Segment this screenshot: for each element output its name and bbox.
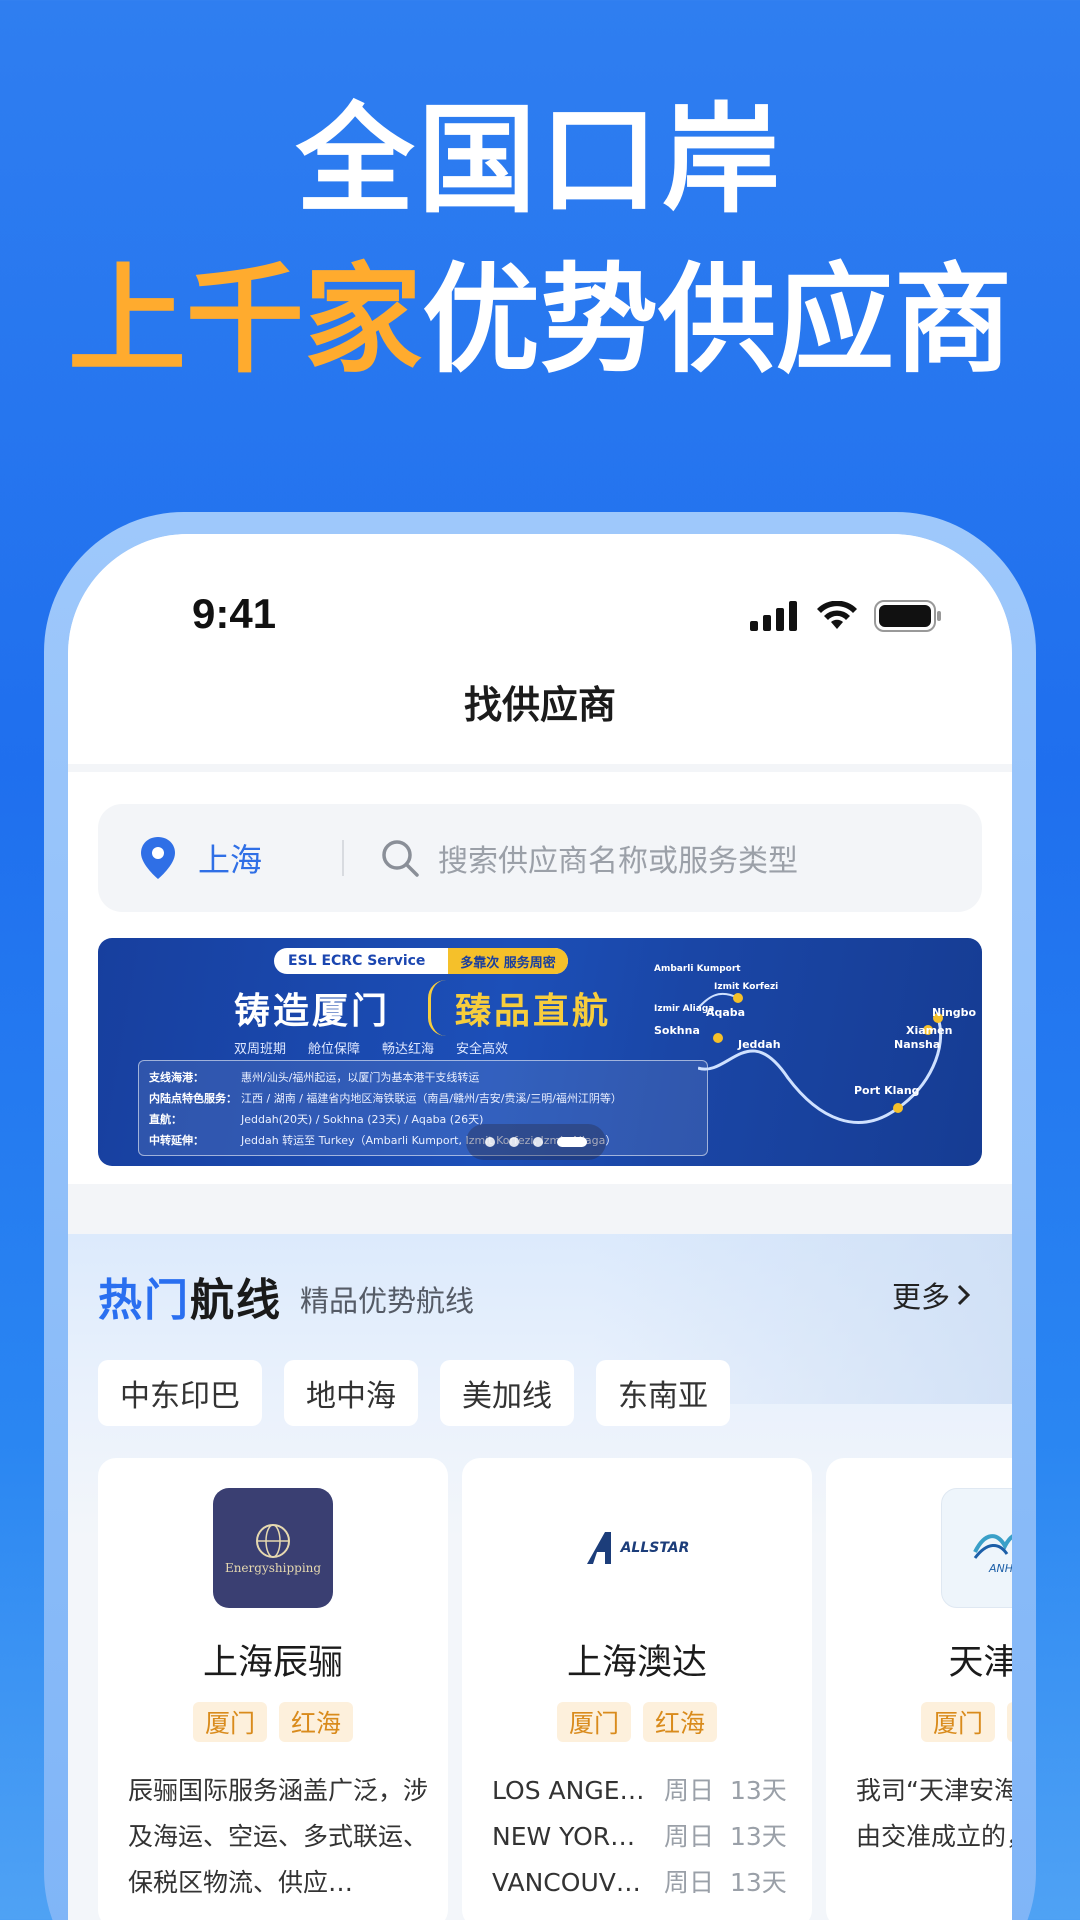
banner-feature: 畅达红海 (382, 1042, 435, 1057)
more-link[interactable]: 更多 (892, 1274, 972, 1316)
schedule-day: 周日 (664, 1868, 715, 1897)
banner-brand: ESL ECRC Service (288, 953, 426, 969)
allstar-logo-mark (586, 1532, 611, 1564)
banner-city-label: Ningbo (932, 1006, 977, 1019)
supplier-description: 辰骊国际服务涵盖广泛，涉及海运、空运、多式联运、保税区物流、供应… (128, 1776, 429, 1897)
supplier-card[interactable]: ALLSTAR 上海澳达 厦门 红海 LOS ANGE… 周日 13天 NEW … (462, 1458, 812, 1920)
supplier-tag: 厦门 (192, 1702, 267, 1742)
globe-icon (256, 1524, 290, 1558)
supplier-logo-text: ALLSTAR (620, 1540, 690, 1556)
banner-feature: 安全高效 (456, 1042, 509, 1057)
chevron-right-icon[interactable] (956, 1283, 972, 1307)
hero-rest-text: 优势供应商 (422, 251, 1013, 389)
banner-city-label: Ambarli Kumport (654, 964, 741, 974)
supplier-tags: 厦门 红海 (462, 1702, 812, 1742)
banner-city-label: Xiamen (906, 1024, 953, 1037)
route-chip[interactable]: 地中海 (284, 1360, 418, 1426)
supplier-card-list: Energyshipping 上海辰骊 厦门 红海 辰骊国际服务涵盖广泛，涉及海… (98, 1458, 1012, 1920)
schedule-duration: 13天 (730, 1776, 787, 1805)
route-schedule: LOS ANGE… 周日 13天 NEW YOR… 周日 13天 VANCOUV… (492, 1768, 802, 1906)
phone-screen: 9:41 找供应商 上海 搜索供应商名称或服务类型 ESL ECRC Servi… (68, 534, 1012, 1920)
more-label[interactable]: 更多 (892, 1274, 950, 1316)
schedule-port: VANCOUV… (492, 1868, 641, 1897)
schedule-row: NEW YOR… 周日 13天 (492, 1814, 802, 1860)
supplier-logo-text: ANH (988, 1561, 1012, 1575)
signal-icon (750, 601, 797, 631)
route-chip[interactable]: 美加线 (440, 1360, 574, 1426)
banner-info-row: 中转延伸： Jeddah 转运至 Turkey（Ambarli Kumport, … (149, 1134, 617, 1147)
battery-icon (874, 600, 941, 632)
supplier-description: 我司“天津安海限公司”是由交准成立的，其实 (856, 1776, 1012, 1851)
search-icon (382, 840, 419, 877)
schedule-row: VANCOUV… 周日 13天 (492, 1860, 802, 1906)
pagination-dot-active[interactable] (557, 1137, 587, 1147)
schedule-day: 周日 (664, 1776, 715, 1805)
nav-divider (68, 764, 1012, 772)
banner-city-label: Sokhna (654, 1024, 700, 1037)
supplier-tags: 厦门 红海 (826, 1702, 1012, 1742)
hero-headline-line2: 上千家优势供应商 (0, 255, 1080, 385)
banner-city-label: Port Klang (854, 1084, 920, 1097)
hero-accent-text: 上千家 (67, 251, 422, 389)
route-chip[interactable]: 中东印巴 (98, 1360, 262, 1426)
schedule-day: 周日 (664, 1822, 715, 1851)
supplier-logo: ANH (941, 1488, 1012, 1608)
supplier-tag: 红海 (279, 1702, 354, 1742)
banner-city-label: Aqaba (706, 1006, 746, 1019)
supplier-tags: 厦门 红海 (98, 1702, 448, 1742)
route-filter-chips: 中东印巴 地中海 美加线 东南亚 (98, 1360, 730, 1426)
schedule-port: LOS ANGE… (492, 1776, 645, 1805)
pagination-dot[interactable] (485, 1137, 495, 1147)
supplier-logo: ALLSTAR (577, 1488, 697, 1608)
schedule-duration: 13天 (730, 1822, 787, 1851)
supplier-tag: 红海 (1007, 1702, 1012, 1742)
wifi-icon (817, 601, 857, 629)
banner-service-pill: ESL ECRC Service 多靠次 服务周密 (274, 948, 568, 974)
schedule-port: NEW YOR… (492, 1822, 636, 1851)
route-chip[interactable]: 东南亚 (596, 1360, 730, 1426)
banner-city-label: Jeddah (738, 1038, 781, 1051)
schedule-duration: 13天 (730, 1868, 787, 1897)
supplier-name: 上海澳达 (566, 1643, 707, 1683)
search-separator (342, 840, 344, 876)
search-bar[interactable]: 上海 搜索供应商名称或服务类型 (98, 804, 982, 912)
status-time: 9:41 (192, 590, 277, 637)
banner-info-row: 内陆点特色服务： 江西 / 湖南 / 福建省内地区海铁联运（南昌/赣州/吉安/贵溪… (149, 1092, 622, 1105)
banner-feature: 双周班期 (234, 1042, 287, 1057)
section-subtitle: 精品优势航线 (300, 1284, 475, 1318)
banner-city-label: Nansha (894, 1038, 941, 1051)
pagination-dot[interactable] (533, 1137, 543, 1147)
supplier-tag: 红海 (643, 1702, 718, 1742)
banner-info-row: 支线海港： 惠州/汕头/福州起运，以厦门为基本港干支线转运 (149, 1071, 480, 1084)
banner-features: 双周班期 舱位保障 畅达红海 安全高效 (234, 1038, 508, 1057)
schedule-row: LOS ANGE… 周日 13天 (492, 1768, 802, 1814)
supplier-name: 上海辰骊 (202, 1643, 343, 1683)
banner-headline-left: 铸造厦门 (234, 991, 391, 1032)
promo-banner[interactable]: ESL ECRC Service 多靠次 服务周密 铸造厦门 臻品直航 双周班期… (98, 938, 982, 1166)
banner-city-label: Izmit Korfezi (714, 982, 779, 992)
location-selector[interactable]: 上海 (198, 835, 318, 881)
supplier-logo: Energyshipping (213, 1488, 333, 1608)
banner-info-box: 支线海港： 惠州/汕头/福州起运，以厦门为基本港干支线转运 内陆点特色服务： 江西 … (138, 1060, 708, 1156)
banner-tagline: 多靠次 服务周密 (448, 948, 568, 974)
supplier-tag: 厦门 (556, 1702, 631, 1742)
search-input[interactable]: 搜索供应商名称或服务类型 (438, 836, 798, 880)
supplier-card[interactable]: ANH 天津安 厦门 红海 我司“天津安海限公司”是由交准成立的，其实 (826, 1458, 1012, 1920)
supplier-logo-text: Energyshipping (224, 1561, 322, 1575)
supplier-card[interactable]: Energyshipping 上海辰骊 厦门 红海 辰骊国际服务涵盖广泛，涉及海… (98, 1458, 448, 1920)
banner-headline-right: 臻品直航 (428, 980, 635, 1036)
banner-pagination[interactable] (466, 1124, 606, 1160)
section-title: 热门航线 (98, 1275, 282, 1326)
hero-headline-line1: 全国口岸 (295, 91, 784, 229)
banner-feature: 舱位保障 (308, 1042, 361, 1057)
supplier-name: 天津安 (948, 1643, 1012, 1683)
banner-info-row: 直航： Jeddah(20天) / Sokhna (23天) / Aqaba (2… (149, 1113, 484, 1126)
pagination-dot[interactable] (509, 1137, 519, 1147)
page-title: 找供应商 (463, 683, 616, 727)
supplier-tag: 厦门 (920, 1702, 995, 1742)
location-pin-icon[interactable] (140, 837, 176, 879)
wave-logo-mark (973, 1533, 1012, 1559)
status-icons (750, 600, 942, 632)
hot-routes-section: 热门航线 精品优势航线 更多 中东印巴 地中海 美加线 东南亚 Energysh… (68, 1234, 1012, 1920)
